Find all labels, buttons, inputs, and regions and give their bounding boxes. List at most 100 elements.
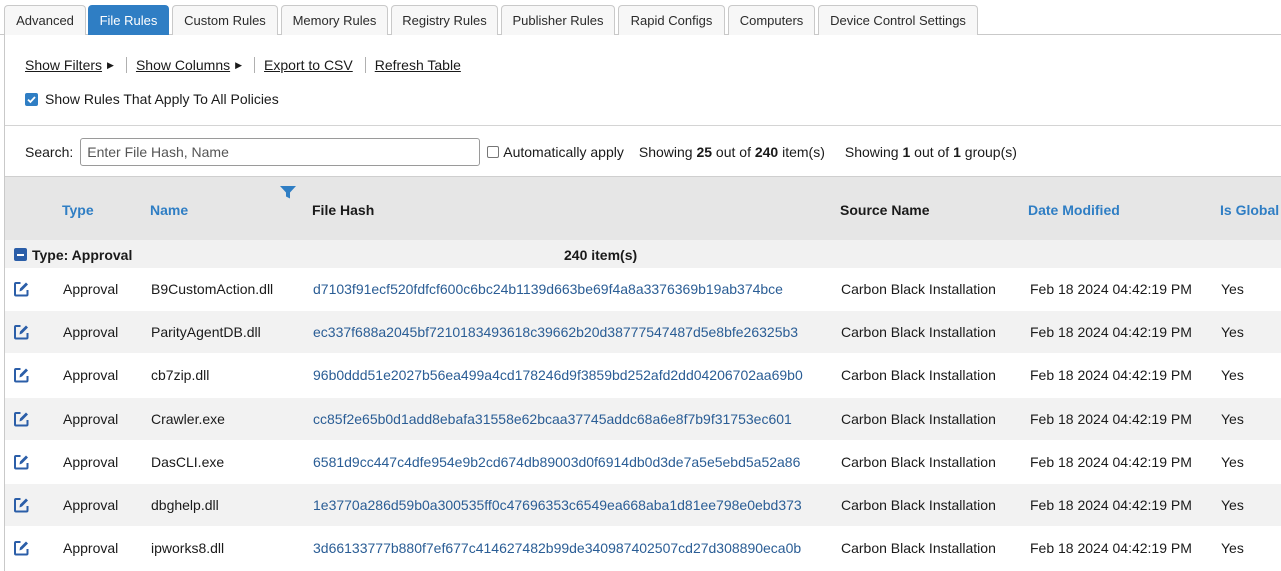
tab-file-rules[interactable]: File Rules <box>88 5 169 35</box>
items-count-prefix: Showing <box>638 144 697 160</box>
refresh-table-link[interactable]: Refresh Table <box>375 57 461 73</box>
toolbar-divider <box>125 57 127 73</box>
table-body: Approval B9CustomAction.dll d7103f91ecf520… <box>5 268 1281 571</box>
tab-advanced[interactable]: Advanced <box>4 5 86 35</box>
tab-memory-rules[interactable]: Memory Rules <box>281 5 388 35</box>
tab-device-control-settings[interactable]: Device Control Settings <box>818 5 978 35</box>
table-row[interactable]: Approval DasCLI.exe 6581d9cc447c4dfe954e9b… <box>5 441 1281 484</box>
column-header-type[interactable]: Type <box>62 202 94 218</box>
edit-icon[interactable] <box>13 281 30 298</box>
toolbar-divider <box>364 57 366 73</box>
cell-is-global: Yes <box>1221 497 1244 514</box>
table-row[interactable]: Approval dbghelp.dll 1e3770a286d59b0a30053… <box>5 483 1281 528</box>
check-icon <box>27 95 36 103</box>
items-count-text: Showing 25 out of 240 item(s) <box>639 144 825 160</box>
cell-name: ParityAgentDB.dll <box>151 324 261 341</box>
cell-type: Approval <box>63 367 119 384</box>
apply-all-policies-checkbox[interactable] <box>25 92 38 106</box>
edit-icon[interactable] <box>13 367 30 384</box>
cell-source-name: Carbon Black Installation <box>841 453 996 470</box>
table-row[interactable]: Approval B9CustomAction.dll d7103f91ecf520… <box>5 268 1281 312</box>
groups-count-suffix: group(s) <box>960 144 1017 160</box>
edit-icon[interactable] <box>13 324 30 341</box>
cell-is-global: Yes <box>1221 453 1244 470</box>
edit-icon[interactable] <box>13 497 30 514</box>
table-row[interactable]: Approval ipworks8.dll 3d66133777b880f7ef67… <box>5 527 1281 571</box>
file-rules-panel: Show Filters ▶ Show Columns ▶ Export to … <box>4 35 1281 571</box>
filter-icon[interactable] <box>279 185 297 200</box>
table-row[interactable]: Approval cb7zip.dll 96b0ddd51e2027b56ea499… <box>5 354 1281 398</box>
cell-name: dbghelp.dll <box>151 497 219 514</box>
tab-computers[interactable]: Computers <box>728 5 815 35</box>
cell-file-hash[interactable]: 96b0ddd51e2027b56ea499a4cd178246d9f3859b… <box>313 367 803 383</box>
cell-type: Approval <box>63 324 119 341</box>
cell-source-name: Carbon Black Installation <box>841 540 996 557</box>
cell-file-hash[interactable]: 6581d9cc447c4dfe954e9b2cd674db89003d0f69… <box>313 454 800 470</box>
cell-type: Approval <box>63 497 119 514</box>
column-header-date-modified[interactable]: Date Modified <box>1028 202 1120 218</box>
column-header-source-name: Source Name <box>840 202 930 218</box>
tab-publisher-rules[interactable]: Publisher Rules <box>501 5 615 35</box>
edit-icon[interactable] <box>13 540 30 557</box>
tab-registry-rules[interactable]: Registry Rules <box>391 5 498 35</box>
groups-total-count: 1 <box>953 144 961 160</box>
groups-count-mid: out of <box>910 144 954 160</box>
cell-file-hash[interactable]: d7103f91ecf520fdfcf600c6bc24b1139d663be6… <box>313 281 783 297</box>
cell-date-modified: Feb 18 2024 04:42:19 PM <box>1030 281 1192 298</box>
column-header-file-hash: File Hash <box>312 202 375 218</box>
table-row[interactable]: Approval Crawler.exe cc85f2e65b0d1add8ebaf… <box>5 397 1281 441</box>
cell-name: cb7zip.dll <box>151 367 210 384</box>
export-csv-link[interactable]: Export to CSV <box>264 57 353 73</box>
items-total-count: 240 <box>754 144 779 160</box>
cell-type: Approval <box>63 281 119 298</box>
cell-date-modified: Feb 18 2024 04:42:19 PM <box>1030 540 1192 557</box>
show-filters-link[interactable]: Show Filters <box>25 57 102 73</box>
edit-icon[interactable] <box>13 410 30 427</box>
cell-date-modified: Feb 18 2024 04:42:19 PM <box>1030 410 1192 427</box>
cell-file-hash[interactable]: cc85f2e65b0d1add8ebafa31558e62bcaa37745a… <box>313 411 792 427</box>
tab-bar: Advanced File Rules Custom Rules Memory … <box>0 0 1281 35</box>
cell-file-hash[interactable]: ec337f688a2045bf7210183493618c39662b20d3… <box>313 324 798 340</box>
tab-rapid-configs[interactable]: Rapid Configs <box>618 5 725 35</box>
auto-apply-checkbox[interactable] <box>487 146 500 158</box>
groups-count-prefix: Showing <box>844 144 903 160</box>
cell-date-modified: Feb 18 2024 04:42:19 PM <box>1030 497 1192 514</box>
apply-all-policies-row: Show Rules That Apply To All Policies <box>25 91 279 107</box>
cell-date-modified: Feb 18 2024 04:42:19 PM <box>1030 367 1192 384</box>
items-count-suffix: item(s) <box>778 144 825 160</box>
groups-count-text: Showing 1 out of 1 group(s) <box>845 144 1017 160</box>
tab-custom-rules[interactable]: Custom Rules <box>172 5 278 35</box>
caret-right-icon: ▶ <box>107 59 114 70</box>
toolbar-divider <box>254 57 256 73</box>
cell-source-name: Carbon Black Installation <box>841 410 996 427</box>
items-count-mid: out of <box>712 144 755 160</box>
cell-is-global: Yes <box>1221 324 1244 341</box>
auto-apply-label: Automatically apply <box>503 144 624 160</box>
apply-all-policies-label: Show Rules That Apply To All Policies <box>45 91 279 107</box>
column-header-is-global[interactable]: Is Global <box>1220 202 1279 218</box>
group-item-count: 240 item(s) <box>564 247 638 263</box>
collapse-group-icon[interactable] <box>14 248 27 261</box>
table-header: Type Name File Hash Source Name Date Mod… <box>5 176 1281 240</box>
cell-file-hash[interactable]: 3d66133777b880f7ef677c414627482b99de3409… <box>313 540 801 556</box>
cell-name: Crawler.exe <box>151 410 225 427</box>
edit-icon[interactable] <box>13 453 30 470</box>
cell-source-name: Carbon Black Installation <box>841 281 996 298</box>
auto-apply-row: Automatically apply <box>487 144 624 160</box>
cell-name: B9CustomAction.dll <box>151 281 274 298</box>
cell-date-modified: Feb 18 2024 04:42:19 PM <box>1030 453 1192 470</box>
cell-is-global: Yes <box>1221 367 1244 384</box>
cell-file-hash[interactable]: 1e3770a286d59b0a300535ff0c47696353c6549e… <box>313 497 802 513</box>
group-row-approval: Type: Approval 240 item(s) <box>5 240 1281 268</box>
cell-source-name: Carbon Black Installation <box>841 497 996 514</box>
table-row[interactable]: Approval ParityAgentDB.dll ec337f688a2045b… <box>5 311 1281 355</box>
cell-type: Approval <box>63 410 119 427</box>
group-title: Type: Approval <box>32 247 133 263</box>
cell-date-modified: Feb 18 2024 04:42:19 PM <box>1030 324 1192 341</box>
show-columns-link[interactable]: Show Columns <box>136 57 230 73</box>
search-input[interactable] <box>80 138 481 166</box>
cell-is-global: Yes <box>1221 281 1244 298</box>
cell-is-global: Yes <box>1221 410 1244 427</box>
column-header-name[interactable]: Name <box>150 202 188 218</box>
items-shown-count: 25 <box>696 144 713 160</box>
